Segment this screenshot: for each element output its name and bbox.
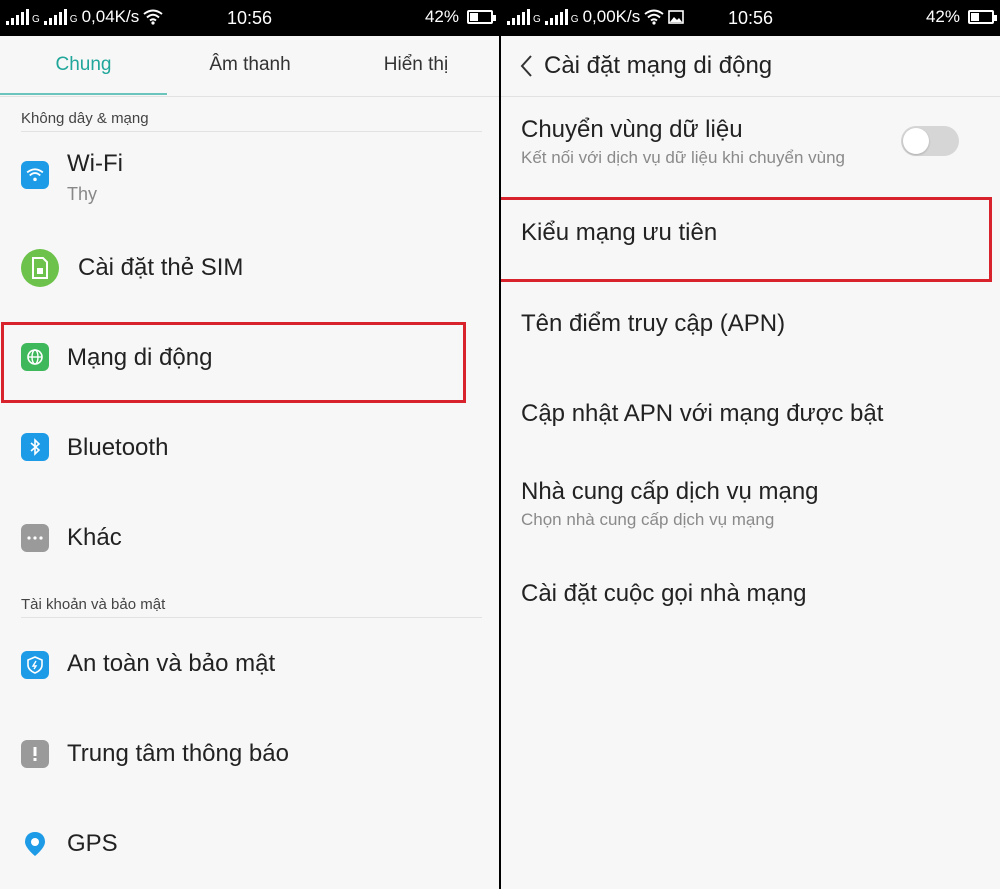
settings-item-security[interactable]: An toàn và bảo mật — [0, 618, 499, 708]
setting-network-operators[interactable]: Nhà cung cấp dịch vụ mạng Chọn nhà cung … — [501, 462, 1000, 554]
wifi-icon — [21, 161, 49, 189]
security-shield-icon — [21, 651, 49, 679]
settings-item-bluetooth[interactable]: Bluetooth — [0, 404, 499, 494]
tab-general[interactable]: Chung — [0, 36, 167, 96]
section-header-wireless: Không dây & mạng — [21, 110, 149, 127]
item-subtitle: Thy — [67, 184, 98, 204]
page-title: Cài đặt mạng di động — [544, 52, 773, 79]
battery-percent: 42% — [424, 7, 459, 26]
tab-sound[interactable]: Âm thanh — [167, 36, 333, 96]
item-title: Cài đặt cuộc gọi nhà mạng — [521, 580, 807, 607]
battery-icon — [467, 10, 496, 24]
mobile-network-settings-screen: G G 0,00K/s 10:56 42% Cài đặt mạng di độ… — [501, 0, 1000, 889]
highlight-box — [1, 322, 466, 403]
more-dots-icon — [21, 524, 49, 552]
tab-display[interactable]: Hiển thị — [333, 36, 499, 96]
settings-item-gps[interactable]: GPS — [0, 798, 499, 889]
setting-data-roaming[interactable]: Chuyển vùng dữ liệu Kết nối với dịch vụ … — [501, 97, 1000, 192]
bluetooth-icon — [21, 433, 49, 461]
settings-item-other[interactable]: Khác — [0, 494, 499, 584]
item-subtitle: Kết nối với dịch vụ dữ liệu khi chuyển v… — [521, 148, 845, 167]
status-icons-right: 42% — [925, 7, 997, 27]
setting-apn[interactable]: Tên điểm truy cập (APN) — [501, 282, 1000, 372]
setting-update-apn[interactable]: Cập nhật APN với mạng được bật — [501, 372, 1000, 462]
battery-icon — [968, 10, 997, 24]
settings-item-notification-center[interactable]: Trung tâm thông báo — [0, 708, 499, 798]
battery-percent: 42% — [925, 7, 960, 26]
chevron-left-icon[interactable] — [519, 54, 533, 78]
toggle-knob — [903, 128, 929, 154]
item-title: Cài đặt thẻ SIM — [78, 254, 244, 281]
setting-carrier-call-settings[interactable]: Cài đặt cuộc gọi nhà mạng — [501, 554, 1000, 644]
section-header-account-security: Tài khoản và bảo mật — [21, 596, 166, 613]
item-title: Nhà cung cấp dịch vụ mạng — [521, 478, 819, 505]
location-pin-icon — [21, 830, 49, 858]
item-title: Tên điểm truy cập (APN) — [521, 310, 786, 337]
active-tab-indicator — [0, 93, 167, 95]
highlight-box — [501, 197, 992, 282]
item-title: An toàn và bảo mật — [67, 650, 276, 677]
status-bar: G G 0,04K/s 10:56 42% — [0, 0, 499, 36]
item-title: Wi-Fi — [67, 150, 123, 177]
settings-item-sim[interactable]: Cài đặt thẻ SIM — [0, 224, 499, 314]
settings-item-wifi[interactable]: Wi-Fi Thy — [0, 132, 499, 224]
status-bar: G G 0,00K/s 10:56 42% — [501, 0, 1000, 36]
item-title: Khác — [67, 524, 122, 551]
item-title: Cập nhật APN với mạng được bật — [521, 400, 884, 427]
item-title: GPS — [67, 830, 118, 857]
data-roaming-toggle[interactable] — [901, 126, 959, 156]
settings-screen: G G 0,04K/s 10:56 42% Chung Âm thanh Hiể… — [0, 0, 499, 889]
tab-bar: Chung Âm thanh Hiển thị — [0, 36, 499, 97]
page-header: Cài đặt mạng di động — [501, 36, 1000, 97]
notification-exclamation-icon — [21, 740, 49, 768]
item-title: Trung tâm thông báo — [67, 740, 289, 767]
sim-card-icon — [21, 249, 59, 287]
status-icons-right: 42% — [424, 7, 496, 27]
item-title: Bluetooth — [67, 434, 169, 461]
item-title: Chuyển vùng dữ liệu — [521, 116, 743, 143]
item-subtitle: Chọn nhà cung cấp dịch vụ mạng — [521, 510, 775, 529]
